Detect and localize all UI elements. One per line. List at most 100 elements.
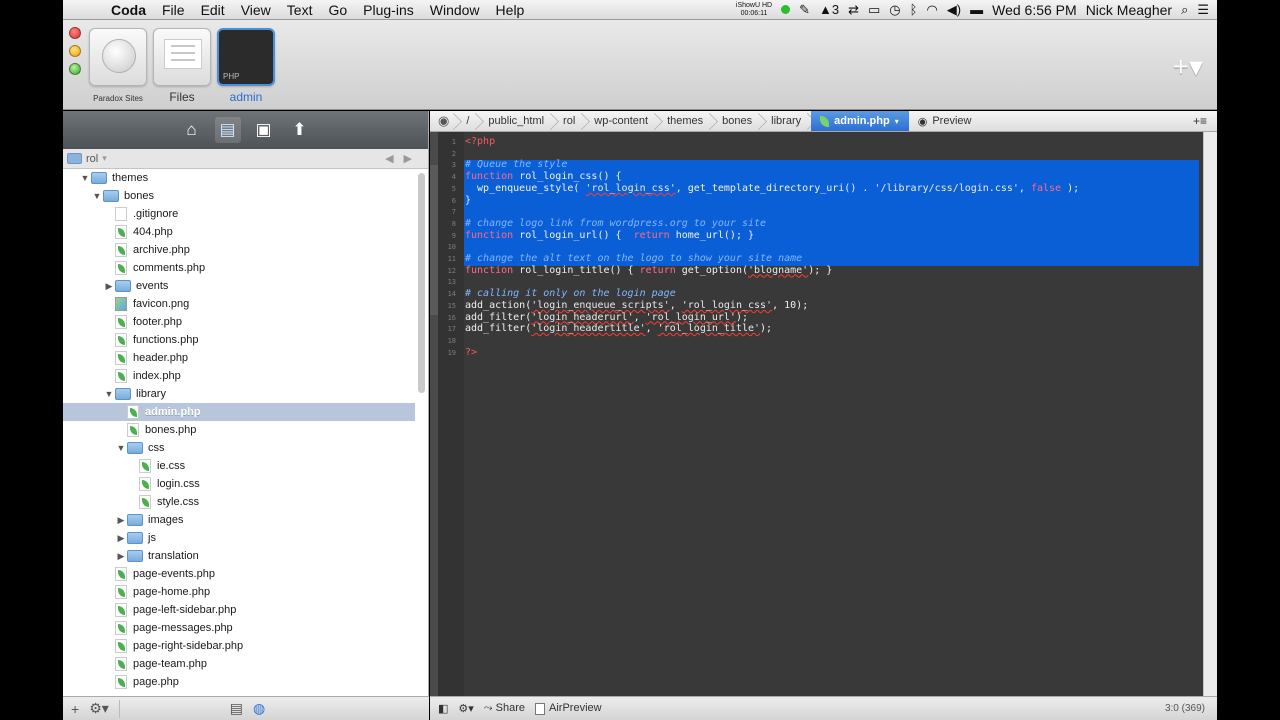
file-tree-row[interactable]: ▼ css [63, 439, 415, 457]
file-sidebar: ⌂ ▤ ▣ ⬆ rol ▾ ◀▶ ▼ themes ▼ bones .gitignore… [63, 111, 429, 696]
action-gear-icon[interactable]: ⚙▾ [89, 700, 109, 717]
file-tree-row[interactable]: comments.php [63, 259, 415, 277]
vertical-scrollbar[interactable] [1203, 132, 1217, 696]
menu-plugins[interactable]: Plug-ins [355, 2, 422, 18]
add-plus-icon[interactable]: +▾ [1173, 50, 1203, 83]
file-tree-row[interactable]: ▶ js [63, 529, 415, 547]
disclosure-closed-icon[interactable]: ▶ [115, 551, 127, 562]
publish-icon[interactable]: ⬆ [287, 117, 313, 143]
file-tree-row[interactable]: ▶ translation [63, 547, 415, 565]
root-dropdown-icon[interactable]: ▾ [102, 153, 107, 164]
preview-tab[interactable]: ◉ Preview [909, 111, 982, 131]
history-arrows-icon[interactable]: ◀▶ [385, 152, 428, 165]
time-machine-icon[interactable]: ◷ [889, 2, 900, 18]
sidebar-scrollbar[interactable] [418, 173, 425, 393]
site-tile-paradox[interactable] [89, 28, 147, 86]
file-tree-row[interactable]: index.php [63, 367, 415, 385]
close-window-button[interactable] [69, 27, 81, 39]
menu-go[interactable]: Go [320, 2, 355, 18]
php-file-icon [115, 621, 127, 635]
menubar-clock[interactable]: Wed 6:56 PM [992, 2, 1077, 18]
code-editor[interactable]: 1 <?php 2 3 # Queue the style 4 function rol_l… [430, 132, 1217, 696]
menu-file[interactable]: File [154, 2, 193, 18]
file-tree-row[interactable]: page-events.php [63, 565, 415, 583]
disclosure-closed-icon[interactable]: ▶ [103, 281, 115, 292]
airpreview-checkbox[interactable] [535, 702, 546, 715]
file-tree-row[interactable]: header.php [63, 349, 415, 367]
file-tree-row[interactable]: page-left-sidebar.php [63, 601, 415, 619]
menu-text[interactable]: Text [279, 2, 321, 18]
disclosure-open-icon[interactable]: ▼ [115, 443, 127, 453]
menu-window[interactable]: Window [422, 2, 488, 18]
notification-list-icon[interactable]: ☰ [1197, 2, 1209, 18]
wifi-icon[interactable]: ◠ [926, 2, 937, 18]
home-icon[interactable]: ⌂ [179, 117, 205, 143]
file-tree-row[interactable]: footer.php [63, 313, 415, 331]
web-icon[interactable]: ◍ [253, 700, 265, 717]
menu-app[interactable]: Coda [103, 2, 154, 18]
transfer-icon[interactable]: ⇄ [848, 2, 859, 18]
zoom-window-button[interactable] [69, 63, 81, 75]
file-tree-row[interactable]: 404.php [63, 223, 415, 241]
disclosure-open-icon[interactable]: ▼ [103, 389, 115, 399]
file-tree-label: page-left-sidebar.php [133, 604, 237, 616]
toggle-panel-icon[interactable]: ◧ [438, 702, 448, 715]
disclosure-open-icon[interactable]: ▼ [91, 191, 103, 201]
file-tree-row[interactable]: bones.php [63, 421, 415, 439]
spotlight-search-icon[interactable]: ⌕ [1181, 2, 1188, 18]
file-tree-row[interactable]: page-right-sidebar.php [63, 637, 415, 655]
file-tree-row[interactable]: favicon.png [63, 295, 415, 313]
sidebar-root-label[interactable]: rol [86, 153, 98, 165]
file-tree-row[interactable]: ie.css [63, 457, 415, 475]
breadcrumb-current-file[interactable]: admin.php ▾ [811, 111, 909, 131]
ishowu-status[interactable]: iShowU HD 00:06:11 [736, 2, 772, 18]
breadcrumb-item[interactable]: / [457, 111, 479, 131]
file-tree-row[interactable]: functions.php [63, 331, 415, 349]
menu-help[interactable]: Help [488, 2, 533, 18]
file-tree-row[interactable]: ▼ themes [63, 169, 415, 187]
file-tree-row[interactable]: login.css [63, 475, 415, 493]
file-tree-row[interactable]: ▶ events [63, 277, 415, 295]
disclosure-closed-icon[interactable]: ▶ [115, 533, 127, 544]
file-tree-row[interactable]: archive.php [63, 241, 415, 259]
files-icon[interactable]: ▤ [214, 117, 241, 143]
breadcrumb-item[interactable]: wp-content [585, 111, 658, 131]
menu-view[interactable]: View [233, 2, 279, 18]
breadcrumb-item[interactable]: library [762, 111, 811, 131]
site-tile-admin[interactable]: PHP [217, 28, 275, 86]
file-tree-row[interactable]: page-home.php [63, 583, 415, 601]
editor-gear-icon[interactable]: ⚙▾ [458, 702, 473, 715]
site-tile-files[interactable] [153, 28, 211, 86]
breadcrumb-item[interactable]: public_html [479, 111, 554, 131]
menubar-user[interactable]: Nick Meagher [1086, 2, 1172, 18]
adobe-icon[interactable]: ▲3 [819, 2, 839, 17]
breadcrumb-item[interactable]: rol [554, 111, 585, 131]
file-tree-row[interactable]: ▼ library [63, 385, 415, 403]
battery-level-icon[interactable]: ▬ [970, 2, 983, 17]
battery-icon[interactable]: ▭ [868, 2, 880, 18]
airpreview-toggle[interactable]: AirPreview [535, 702, 602, 715]
bluetooth-icon[interactable]: ᛒ [910, 2, 918, 17]
file-tree-row[interactable]: page-messages.php [63, 619, 415, 637]
file-tree-row[interactable]: admin.php [63, 403, 415, 421]
volume-icon[interactable]: ◀) [947, 2, 961, 18]
disclosure-closed-icon[interactable]: ▶ [115, 515, 127, 526]
file-tree-row[interactable]: style.css [63, 493, 415, 511]
minimize-window-button[interactable] [69, 45, 81, 57]
file-tree-row[interactable]: page.php [63, 673, 415, 691]
breadcrumb-target-icon[interactable]: ◉ [430, 111, 457, 131]
share-button[interactable]: ⤳ Share [484, 702, 525, 715]
file-tree-row[interactable]: .gitignore [63, 205, 415, 223]
file-tree-row[interactable]: ▶ images [63, 511, 415, 529]
evernote-icon[interactable]: ✎ [799, 2, 810, 18]
breadcrumb-item[interactable]: themes [658, 111, 713, 131]
split-view-icon[interactable]: +≡ [1184, 111, 1217, 131]
add-file-icon[interactable]: + [71, 701, 79, 717]
file-tree-row[interactable]: page-team.php [63, 655, 415, 673]
disclosure-open-icon[interactable]: ▼ [79, 173, 91, 183]
menu-edit[interactable]: Edit [193, 2, 233, 18]
file-tree-row[interactable]: ▼ bones [63, 187, 415, 205]
breadcrumb-item[interactable]: bones [713, 111, 762, 131]
clips-icon[interactable]: ▣ [251, 117, 277, 143]
toggle-sidebar-icon[interactable]: ▤ [230, 700, 243, 717]
